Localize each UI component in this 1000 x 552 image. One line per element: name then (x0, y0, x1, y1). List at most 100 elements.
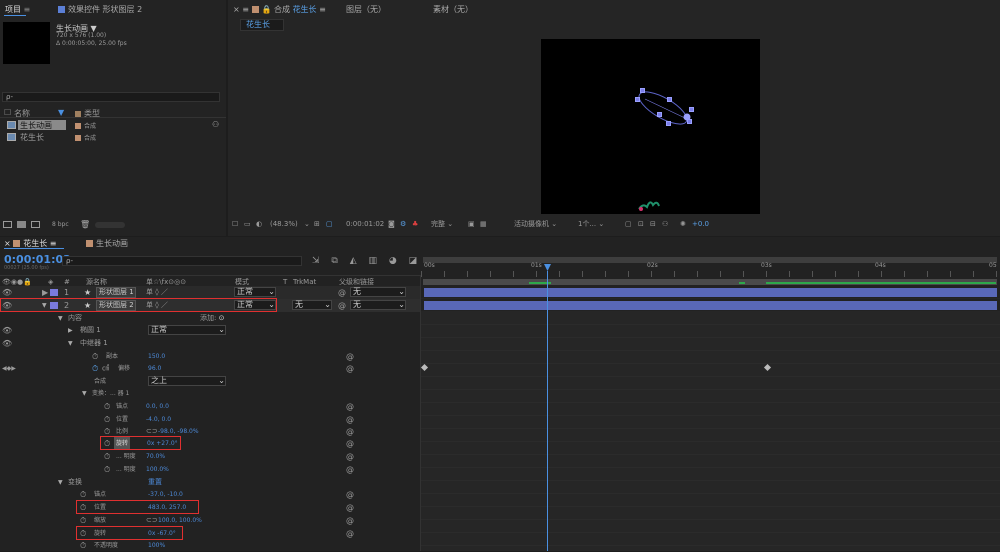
work-area-bar[interactable] (423, 257, 997, 263)
prop-t-position[interactable]: ⏱ 位置 483.0, 257.0 @ (0, 501, 420, 514)
timeline-search-input[interactable]: ρ- (62, 256, 302, 266)
mask-icon[interactable]: ◐ (256, 218, 262, 231)
fast-preview-icon[interactable]: ⊡ (638, 218, 644, 231)
prop-anchor[interactable]: ⏱ 锚点 0.0, 0.0 @ (0, 400, 420, 413)
time-ruler[interactable]: 00s 01s 02s 03s 04s 05 (421, 255, 1000, 287)
comp-panel-tab[interactable]: × ≡ 🔒 合成 花生长 ≡ (233, 4, 326, 15)
stopwatch-icon[interactable]: ⏱ (92, 362, 98, 375)
highlight-box (100, 436, 181, 450)
graph-icon[interactable]: ㎠ (102, 362, 109, 375)
interpret-footage-icon[interactable] (3, 221, 12, 228)
chevron-down-icon[interactable]: ⌄ (304, 218, 310, 231)
prop-repeater[interactable]: 👁 ▼ 中继器 1 (0, 337, 420, 350)
always-preview-icon[interactable]: ☐ (232, 218, 238, 231)
view-icon[interactable]: ▢ (625, 218, 632, 231)
region-icon[interactable]: ▢ (326, 218, 333, 231)
project-search-input[interactable]: ρ- (2, 92, 220, 102)
timeline-track-area[interactable] (421, 312, 1000, 551)
graph-editor-icon[interactable]: ◪ (409, 256, 418, 266)
comp-mini-flowchart-icon[interactable]: ⇲ (312, 256, 320, 266)
shape-layer-preview (638, 91, 691, 211)
pickwhip-icon[interactable]: @ (346, 450, 354, 463)
prop-transform-repeater[interactable]: ▼ 变换：... 器 1 (0, 387, 420, 400)
timeline-icon[interactable]: ⊟ (650, 218, 656, 231)
project-item-name[interactable]: 花生长 (20, 132, 44, 143)
motion-blur-icon[interactable]: ◕ (389, 256, 397, 266)
mode-dropdown[interactable]: 正常 ⌄ (234, 287, 276, 297)
timeline-tab[interactable]: 生长动画 (86, 238, 128, 249)
stopwatch-icon[interactable]: ⏱ (104, 400, 110, 413)
pickwhip-icon[interactable]: @ (338, 299, 346, 312)
col-type-header[interactable]: 类型 (84, 109, 100, 118)
roi-icon[interactable]: ▣ (468, 218, 475, 231)
composition-panel: × ≡ 🔒 合成 花生长 ≡ 图层（无） 素材（无） 花生长 ☐ ▭ ◐ (48… (228, 0, 1000, 236)
project-scrollbar[interactable] (95, 222, 125, 228)
eye-icon[interactable]: 👁 (2, 337, 12, 350)
channel-icon[interactable]: ⚙ (400, 218, 406, 231)
col-name-header[interactable]: 名称 (14, 108, 30, 119)
tab-effect-controls[interactable]: 效果控件 形状图层 2 (58, 4, 142, 15)
prop-offset[interactable]: ◀◆▶ ⏱ ㎠ 偏移 96.0 @ (0, 362, 420, 375)
blend-mode-dropdown[interactable]: 正常 ⌄ (148, 325, 226, 335)
shy-icon[interactable]: ◭ (350, 256, 357, 266)
prop-ellipse[interactable]: 👁 ▶ 椭圆 1 正常 ⌄ (0, 324, 420, 337)
prop-start-opacity[interactable]: ⏱ ... 明度 70.0% @ (0, 450, 420, 463)
prop-t-scale[interactable]: ⏱ 缩放 ⊂⊃ 100.0, 100.0% @ (0, 514, 420, 527)
exposure-icon[interactable]: ✺ (680, 218, 686, 231)
parent-dropdown[interactable]: 无 ⌄ (350, 300, 406, 310)
pickwhip-icon[interactable]: @ (346, 463, 354, 476)
prop-rotation[interactable]: ⏱ 旋转 0x +27.0° @ (0, 437, 420, 450)
project-panel: 项目 ≡ 效果控件 形状图层 2 生长动画 ▼ 720 x 576 (1.00)… (0, 0, 226, 236)
tab-footage[interactable]: 素材（无） (433, 4, 473, 15)
zoom-dropdown[interactable]: (48.3%) (270, 218, 298, 231)
layer-name[interactable]: 形状图层 1 (96, 287, 136, 298)
tab-project[interactable]: 项目 ≡ (5, 4, 30, 15)
pickwhip-icon[interactable]: @ (346, 362, 354, 375)
new-folder-icon[interactable] (17, 221, 26, 228)
camera-dropdown[interactable]: 活动摄像机 ⌄ (514, 218, 557, 231)
views-dropdown[interactable]: 1个... ⌄ (578, 218, 604, 231)
comp-viewer-canvas[interactable] (541, 39, 760, 214)
color-icon[interactable]: ♣ (412, 218, 418, 231)
pickwhip-icon[interactable]: @ (338, 286, 346, 299)
flowchart-icon[interactable]: ⚇ (662, 218, 668, 231)
grid-icon[interactable]: ⊞ (314, 218, 320, 231)
draft-3d-icon[interactable]: ⧉ (331, 256, 337, 266)
pickwhip-icon[interactable]: @ (346, 501, 354, 514)
eye-icon[interactable]: 👁 (2, 324, 12, 337)
trash-icon[interactable]: 🗑 (80, 220, 90, 229)
pickwhip-icon[interactable]: @ (346, 514, 354, 527)
pickwhip-icon[interactable]: @ (346, 400, 354, 413)
prop-t-anchor[interactable]: ⏱ 锚点 -37.0, -10.0 @ (0, 488, 420, 501)
stopwatch-icon[interactable]: ⏱ (104, 450, 110, 463)
comp-info: 720 x 576 (1.00) (56, 32, 107, 39)
comp-subtab[interactable]: 花生长 (240, 19, 284, 31)
prop-end-opacity[interactable]: ⏱ ... 明度 100.0% @ (0, 463, 420, 476)
flowchart-icon[interactable]: ⚇ (212, 120, 219, 129)
transparency-icon[interactable]: ▦ (480, 218, 487, 231)
comp-timecode[interactable]: 0:00:01:02 (346, 218, 384, 231)
trkmat-dropdown[interactable]: 无 ⌄ (292, 300, 332, 310)
pickwhip-icon[interactable]: @ (346, 437, 354, 450)
prop-t-opacity[interactable]: ⏱ 不透明度 100% (0, 539, 420, 552)
project-item-row[interactable]: 花生长 合成 (0, 132, 226, 143)
composite-dropdown[interactable]: 之上 ⌄ (148, 376, 226, 386)
parent-dropdown[interactable]: 无 ⌄ (350, 287, 406, 297)
project-item-row[interactable]: 生长动画 合成 ⚇ (0, 120, 226, 131)
keyframe-nav-icon[interactable]: ◀◆▶ (2, 362, 16, 375)
timeline-panel: × 花生长 ≡ 生长动画 0:00:01:02 00027 (25.00 fps… (0, 237, 1000, 551)
stopwatch-icon[interactable]: ⏱ (104, 463, 110, 476)
bpc-label[interactable]: 8 bpc (52, 221, 69, 228)
resolution-dropdown[interactable]: 完整 ⌄ (431, 218, 453, 231)
new-comp-icon[interactable] (31, 221, 40, 228)
monitor-icon[interactable]: ▭ (244, 218, 251, 231)
exposure-value[interactable]: +0.0 (692, 218, 709, 231)
layer-bar[interactable] (424, 288, 997, 297)
project-item-name[interactable]: 生长动画 (18, 120, 66, 130)
tab-layer[interactable]: 图层（无） (346, 4, 386, 15)
camera-icon[interactable]: ◙ (388, 218, 395, 231)
frame-blend-icon[interactable]: ▥ (369, 256, 378, 266)
pickwhip-icon[interactable]: @ (346, 488, 354, 501)
stopwatch-icon[interactable]: ⏱ (80, 539, 86, 552)
layer-bar[interactable] (424, 301, 997, 310)
